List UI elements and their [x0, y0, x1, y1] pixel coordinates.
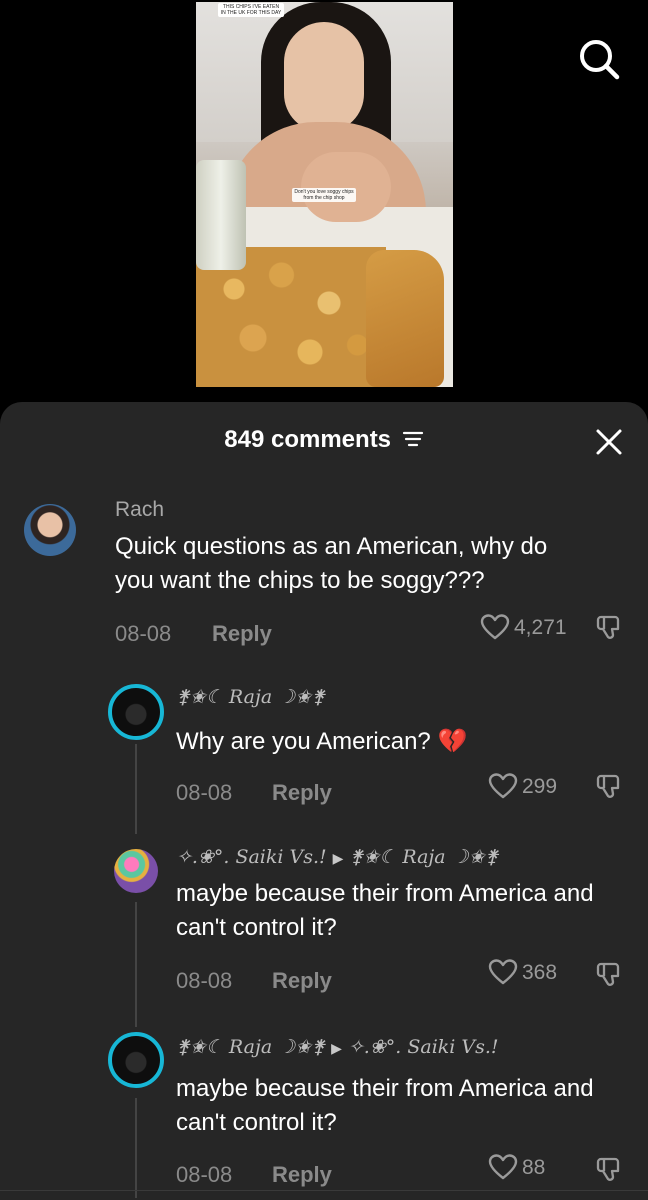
heart-icon [488, 773, 518, 799]
comment-date: 08-08 [176, 780, 233, 805]
video-mid-caption: Don't you love soggy chips from the chip… [292, 188, 356, 202]
comment-username-row: ⚵✬☾ Raja ☽✬⚵ ▶ ✧.❀°. Saiki Vs.! [176, 1036, 499, 1058]
comments-sheet: 849 comments Rach Quick questions as an … [0, 402, 648, 1200]
comment-text: Why are you American? 💔 [176, 728, 468, 755]
dislike-icon [596, 774, 620, 798]
like-button[interactable]: 368 [488, 959, 558, 986]
comment-date: 08-08 [115, 621, 172, 646]
comment-reply-item: ⚵✬☾ Raja ☽✬⚵ Why are you American? 💔 08-… [0, 672, 648, 822]
comment-item: Rach Quick questions as an American, why… [0, 492, 648, 652]
reply-arrow-icon: ▶ [332, 851, 344, 867]
search-icon [580, 40, 620, 80]
dislike-button[interactable] [594, 613, 624, 643]
reply-button[interactable]: Reply [272, 968, 332, 994]
heart-icon [488, 959, 518, 985]
reply-arrow-icon: ▶ [331, 1041, 342, 1057]
search-button[interactable] [577, 37, 621, 81]
like-count: 88 [522, 1156, 546, 1180]
reply-button[interactable]: Reply [272, 780, 332, 806]
like-button[interactable]: 88 [488, 1154, 546, 1181]
bottom-divider [0, 1190, 648, 1191]
avatar[interactable] [24, 504, 76, 556]
video-hand [301, 152, 391, 222]
dislike-icon [596, 1157, 620, 1181]
comment-username[interactable]: ⚵✬☾ Raja ☽✬⚵ [176, 686, 325, 708]
reply-button[interactable]: Reply [212, 621, 272, 647]
comment-username[interactable]: Rach [115, 498, 164, 522]
dislike-icon [596, 962, 620, 986]
like-button[interactable]: 4,271 [480, 614, 567, 641]
reply-to-username[interactable]: ⚵✬☾ Raja ☽✬⚵ [349, 846, 498, 868]
dislike-icon [596, 615, 620, 639]
comment-reply-item: ⚵✬☾ Raja ☽✬⚵ ▶ ✧.❀°. Saiki Vs.! maybe beca… [0, 1020, 648, 1200]
video-jar [196, 160, 246, 270]
video-area: THIS CHIPS I'VE EATEN IN THE UK FOR THIS… [0, 0, 648, 402]
comments-header: 849 comments [0, 402, 648, 482]
comment-username-row: ✧.❀°. Saiki Vs.! ▶ ⚵✬☾ Raja ☽✬⚵ [176, 846, 499, 868]
filter-icon[interactable] [402, 430, 424, 448]
like-count: 299 [522, 775, 558, 799]
dislike-button[interactable] [594, 772, 624, 802]
comment-date: 08-08 [176, 968, 233, 993]
close-icon [596, 429, 622, 455]
like-count: 368 [522, 961, 558, 985]
comment-count-wrap[interactable]: 849 comments [0, 426, 648, 454]
dislike-button[interactable] [594, 960, 624, 990]
heart-icon [488, 1154, 518, 1180]
video-fish [366, 250, 444, 387]
comment-username[interactable]: ✧.❀°. Saiki Vs.! [176, 846, 327, 868]
reply-to-username[interactable]: ✧.❀°. Saiki Vs.! [348, 1036, 499, 1058]
video-person-face [284, 22, 364, 132]
reply-button[interactable]: Reply [272, 1162, 332, 1188]
comment-username[interactable]: ⚵✬☾ Raja ☽✬⚵ [176, 1036, 325, 1058]
dislike-button[interactable] [594, 1155, 624, 1185]
close-button[interactable] [594, 427, 624, 457]
comment-text: maybe because their from America and can… [176, 1075, 594, 1136]
avatar[interactable] [114, 849, 158, 893]
comment-date: 08-08 [176, 1162, 233, 1187]
comment-count: 849 comments [224, 426, 392, 453]
video-thumbnail[interactable]: THIS CHIPS I'VE EATEN IN THE UK FOR THIS… [196, 2, 453, 387]
avatar[interactable] [108, 1032, 164, 1088]
avatar[interactable] [108, 684, 164, 740]
like-count: 4,271 [514, 616, 567, 640]
comment-reply-item: ✧.❀°. Saiki Vs.! ▶ ⚵✬☾ Raja ☽✬⚵ maybe beca… [0, 834, 648, 1004]
video-top-caption: THIS CHIPS I'VE EATEN IN THE UK FOR THIS… [218, 3, 284, 17]
comment-text: Quick questions as an American, why do y… [115, 533, 548, 594]
like-button[interactable]: 299 [488, 773, 558, 800]
comment-text: maybe because their from America and can… [176, 880, 594, 941]
heart-icon [480, 614, 510, 640]
